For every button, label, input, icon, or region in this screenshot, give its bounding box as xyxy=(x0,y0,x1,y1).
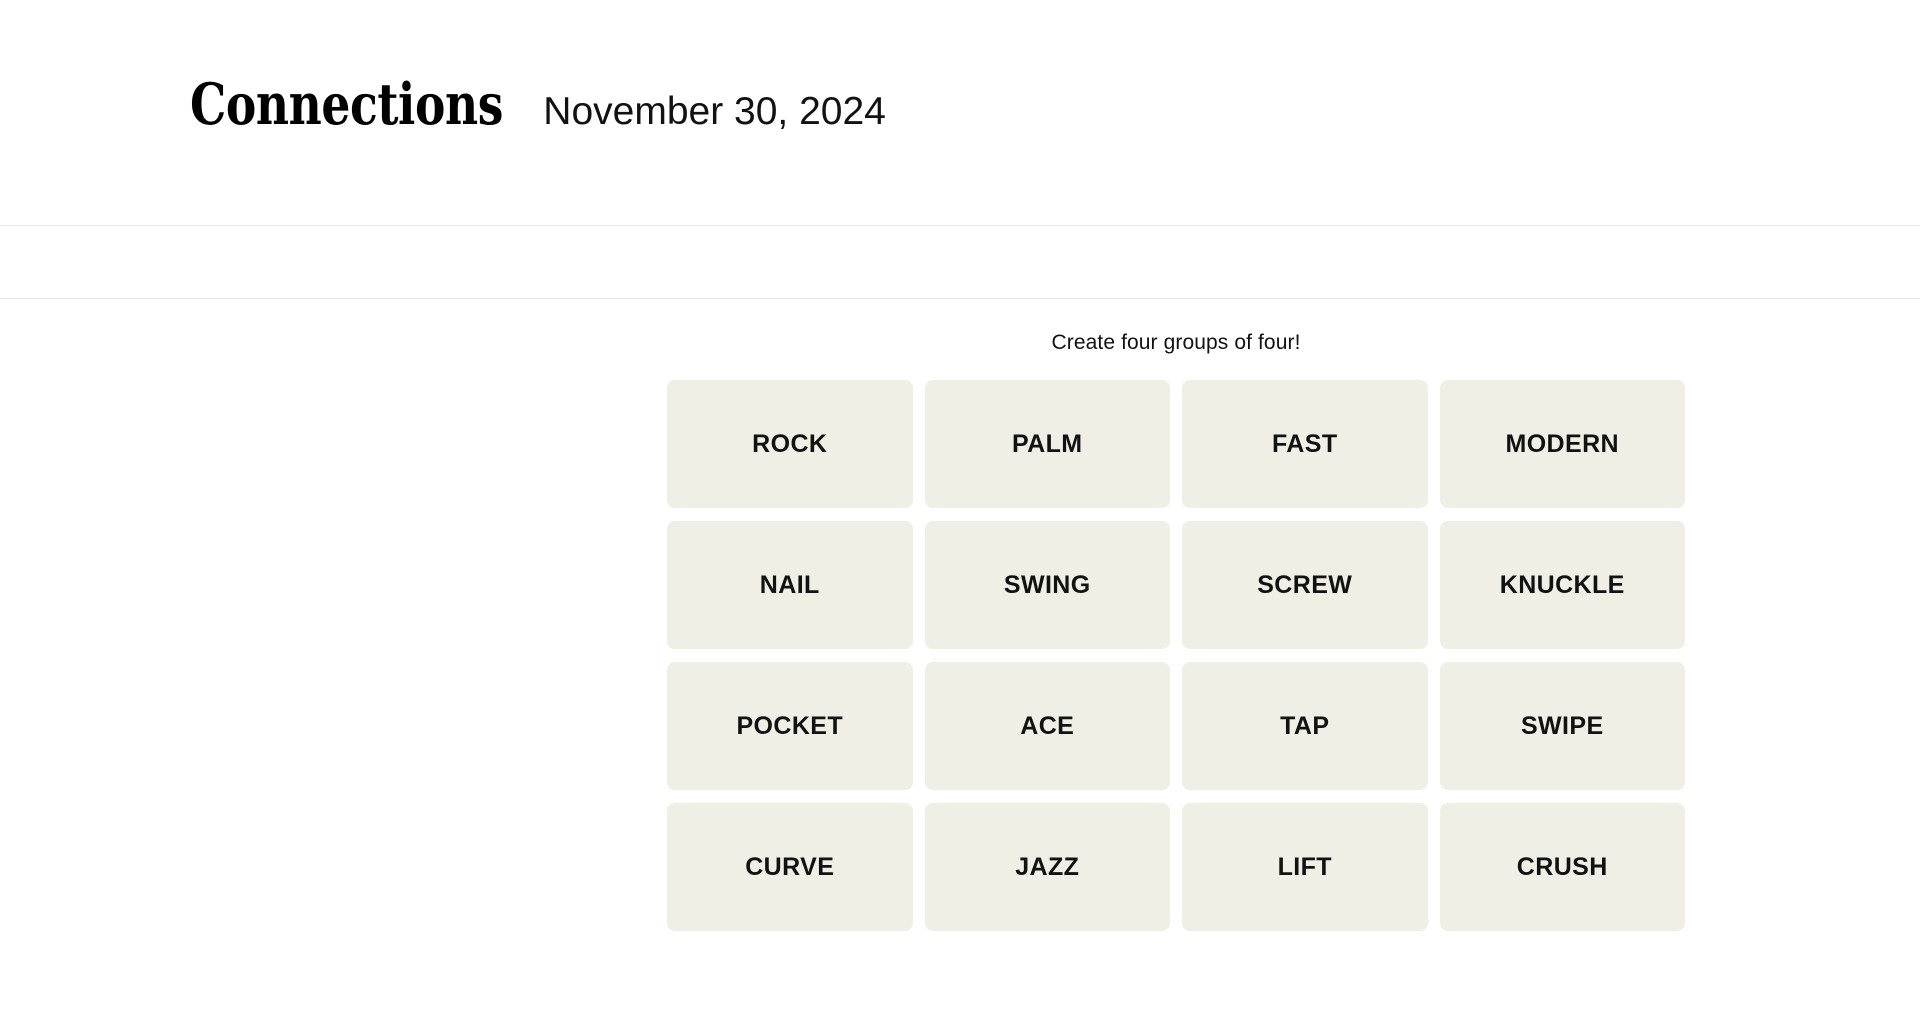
word-tile[interactable]: NAIL xyxy=(667,521,913,650)
board-instruction: Create four groups of four! xyxy=(1051,331,1301,354)
game-board: Create four groups of four! ROCK PALM FA… xyxy=(667,330,1685,932)
word-tile[interactable]: SCREW xyxy=(1182,521,1428,650)
page-title: Connections xyxy=(190,71,504,138)
word-tile[interactable]: TAP xyxy=(1182,662,1428,791)
word-tile[interactable]: CRUSH xyxy=(1439,803,1685,932)
word-tile[interactable]: MODERN xyxy=(1439,380,1685,509)
word-tile[interactable]: LIFT xyxy=(1182,803,1428,932)
word-tile[interactable]: SWIPE xyxy=(1439,662,1685,791)
masthead-inner: Connections November 30, 2024 xyxy=(190,76,886,133)
puzzle-date: November 30, 2024 xyxy=(543,90,886,133)
masthead: Connections November 30, 2024 xyxy=(0,0,1920,225)
word-tile[interactable]: CURVE xyxy=(667,803,913,932)
tile-grid: ROCK PALM FAST MODERN NAIL SWING SCREW K… xyxy=(667,380,1685,932)
word-tile[interactable]: ACE xyxy=(924,662,1170,791)
toolbar-band xyxy=(0,226,1920,298)
word-tile[interactable]: PALM xyxy=(924,380,1170,509)
word-tile[interactable]: KNUCKLE xyxy=(1439,521,1685,650)
word-tile[interactable]: ROCK xyxy=(667,380,913,509)
word-tile[interactable]: POCKET xyxy=(667,662,913,791)
word-tile[interactable]: JAZZ xyxy=(924,803,1170,932)
word-tile[interactable]: FAST xyxy=(1182,380,1428,509)
word-tile[interactable]: SWING xyxy=(924,521,1170,650)
divider-bottom xyxy=(0,298,1920,299)
